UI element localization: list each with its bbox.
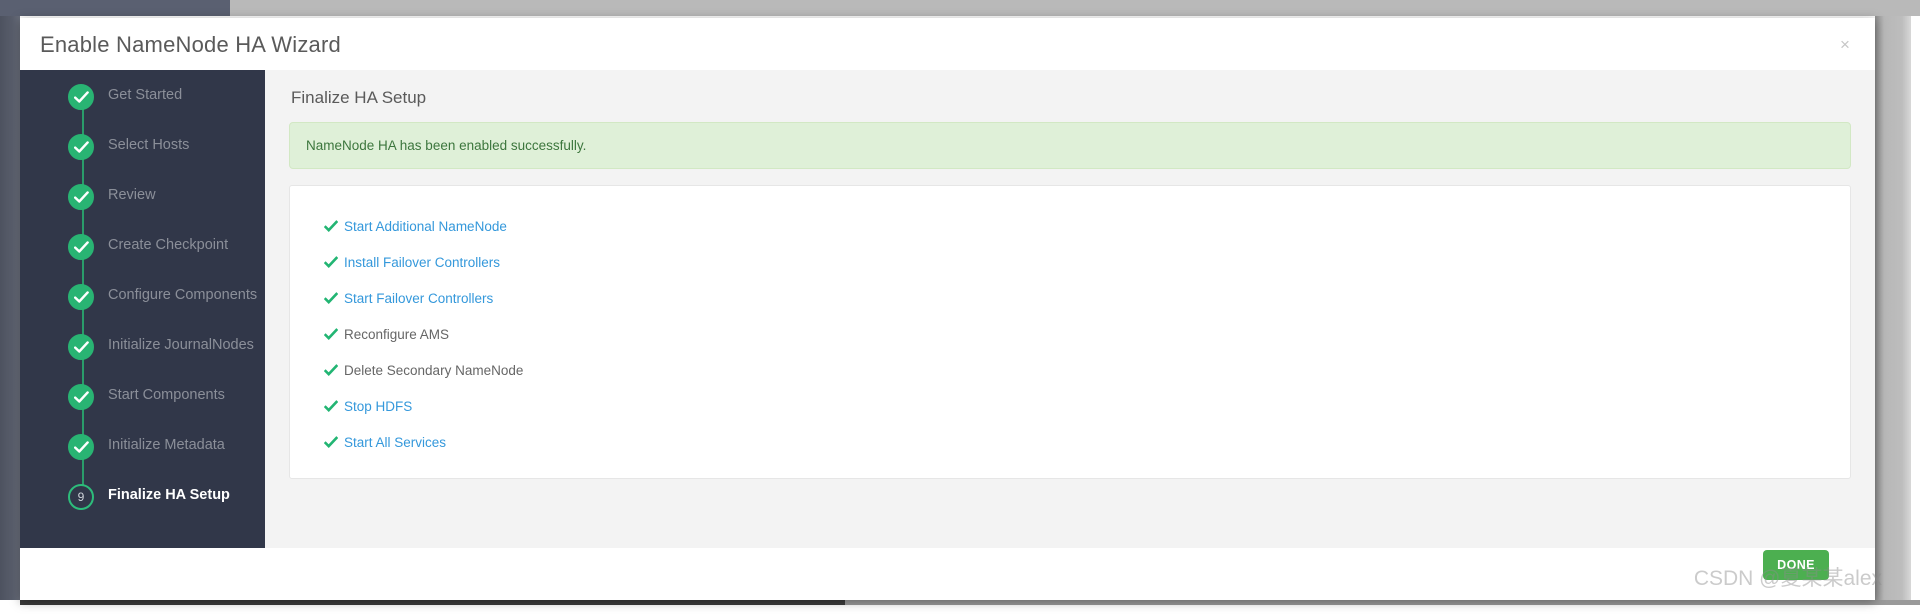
- success-alert-message: NameNode HA has been enabled successfull…: [306, 138, 587, 153]
- dialog-title: Enable NameNode HA Wizard: [40, 32, 341, 57]
- step-label: Get Started: [108, 87, 183, 103]
- step-check-icon: [68, 84, 94, 110]
- page-title: Finalize HA Setup: [291, 88, 427, 107]
- sidebar-step-initialize-metadata[interactable]: Initialize Metadata: [20, 420, 265, 500]
- task-label: Reconfigure AMS: [344, 326, 450, 342]
- backdrop-bottom-white: [0, 605, 1920, 616]
- task-item[interactable]: Stop HDFS: [290, 388, 1850, 424]
- sidebar-step-create-checkpoint[interactable]: Create Checkpoint: [20, 220, 265, 300]
- sidebar-step-review[interactable]: Review: [20, 170, 265, 250]
- check-icon: [323, 435, 339, 449]
- step-label: Initialize Metadata: [108, 437, 225, 453]
- sidebar-step-select-hosts[interactable]: Select Hosts: [20, 120, 265, 200]
- wizard-content-pane: Finalize HA Setup NameNode HA has been e…: [265, 70, 1875, 548]
- check-icon: [323, 255, 339, 269]
- step-check-icon: [68, 334, 94, 360]
- check-icon: [323, 291, 339, 305]
- dialog-footer: DONE: [20, 548, 1875, 600]
- sidebar-step-configure-components[interactable]: Configure Components: [20, 270, 265, 350]
- close-icon[interactable]: ×: [1835, 35, 1855, 55]
- task-link[interactable]: Start Additional NameNode: [344, 219, 507, 234]
- success-alert-banner: NameNode HA has been enabled successfull…: [289, 122, 1851, 169]
- task-item[interactable]: Start All Services: [290, 424, 1850, 460]
- backdrop-top-dark-bar: [0, 0, 230, 16]
- step-label: Finalize HA Setup: [108, 487, 230, 503]
- step-label: Start Components: [108, 387, 225, 403]
- task-link[interactable]: Install Failover Controllers: [344, 255, 500, 270]
- check-icon: [323, 327, 339, 341]
- step-label: Select Hosts: [108, 137, 190, 153]
- task-link[interactable]: Start Failover Controllers: [344, 291, 493, 306]
- task-label: Delete Secondary NameNode: [344, 362, 524, 378]
- step-check-icon: [68, 134, 94, 160]
- check-icon: [323, 219, 339, 233]
- sidebar-step-get-started[interactable]: Get Started: [20, 70, 265, 150]
- done-button[interactable]: DONE: [1763, 550, 1829, 580]
- enable-namenode-ha-wizard-dialog: Enable NameNode HA Wizard × Get Started S…: [20, 18, 1875, 600]
- step-label: Create Checkpoint: [108, 237, 229, 253]
- step-check-icon: [68, 384, 94, 410]
- check-icon: [323, 399, 339, 413]
- step-check-icon: [68, 184, 94, 210]
- check-icon: [323, 363, 339, 377]
- task-panel: Start Additional NameNode Install Failove…: [289, 185, 1851, 479]
- wizard-step-sidebar: Get Started Select Hosts Review Create Chec…: [20, 70, 265, 548]
- step-label: Initialize JournalNodes: [108, 337, 254, 353]
- step-check-icon: [68, 234, 94, 260]
- dialog-header: Enable NameNode HA Wizard ×: [20, 18, 1875, 70]
- task-item: Reconfigure AMS: [290, 316, 1850, 352]
- task-item[interactable]: Start Additional NameNode: [290, 208, 1850, 244]
- sidebar-step-initialize-journalnodes[interactable]: Initialize JournalNodes: [20, 320, 265, 400]
- step-check-icon: [68, 434, 94, 460]
- backdrop-top-gray-bar: [230, 0, 1920, 16]
- task-item[interactable]: Install Failover Controllers: [290, 244, 1850, 280]
- wizard-step-list: Get Started Select Hosts Review Create Chec…: [20, 70, 265, 520]
- backdrop-left-dark-strip: [0, 16, 20, 600]
- step-label: Configure Components: [108, 287, 258, 303]
- backdrop-right-gray-strip: [1875, 16, 1911, 600]
- task-list: Start Additional NameNode Install Failove…: [290, 208, 1850, 460]
- dialog-body: Get Started Select Hosts Review Create Chec…: [20, 70, 1875, 548]
- step-number-badge: 9: [68, 484, 94, 510]
- sidebar-step-finalize-ha-setup[interactable]: 9 Finalize HA Setup: [20, 470, 265, 520]
- step-number: 9: [77, 490, 85, 504]
- task-item[interactable]: Start Failover Controllers: [290, 280, 1850, 316]
- sidebar-step-start-components[interactable]: Start Components: [20, 370, 265, 450]
- task-item: Delete Secondary NameNode: [290, 352, 1850, 388]
- task-link[interactable]: Start All Services: [344, 435, 446, 450]
- step-check-icon: [68, 284, 94, 310]
- task-link[interactable]: Stop HDFS: [344, 399, 412, 414]
- step-label: Review: [108, 187, 156, 203]
